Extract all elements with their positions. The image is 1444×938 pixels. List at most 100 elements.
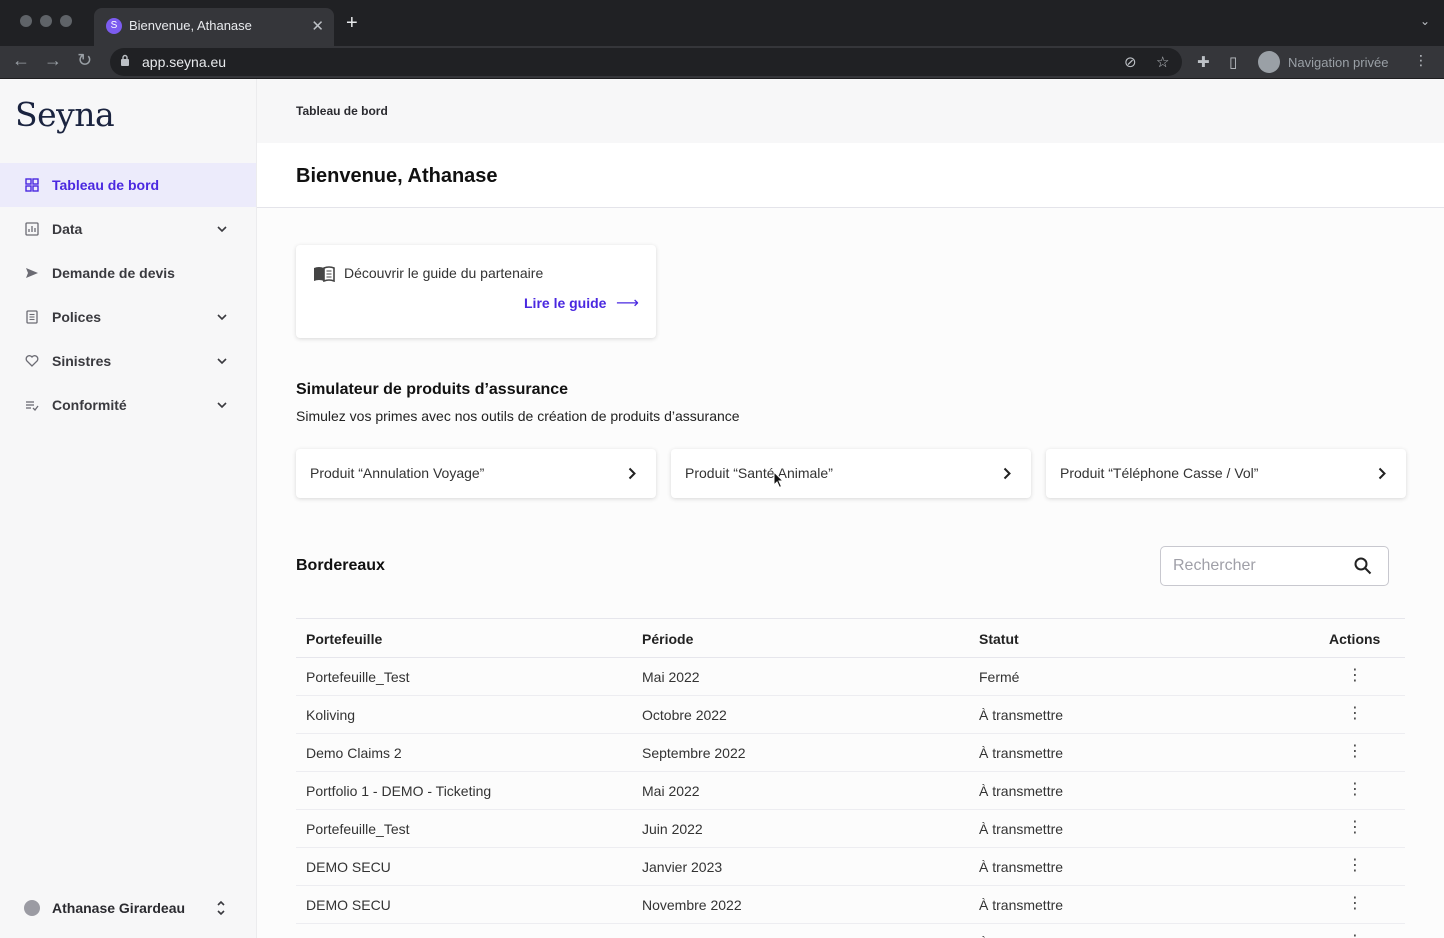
product-card-annulation-voyage[interactable]: Produit “Annulation Voyage” — [296, 449, 656, 498]
window-zoom-button[interactable] — [60, 15, 72, 27]
back-icon[interactable]: ← — [12, 50, 30, 71]
simulator-subtitle: Simulez vos primes avec nos outils de cr… — [296, 408, 740, 424]
chevron-up-down-icon[interactable] — [215, 898, 227, 918]
incognito-icon — [1258, 51, 1280, 73]
bookmark-star-icon[interactable]: ☆ — [1156, 53, 1169, 71]
cell-portefeuille: Koliving — [306, 707, 356, 723]
sidebar-item-data[interactable]: Data — [0, 207, 256, 251]
page-title: Bienvenue, Athanase — [296, 165, 498, 187]
product-card-sante-animale[interactable]: Produit “Santé Animale” — [671, 449, 1031, 498]
lock-icon — [121, 54, 129, 66]
chevron-down-icon[interactable] — [216, 223, 228, 235]
window-minimize-button[interactable] — [40, 15, 52, 27]
sidebar-item-label: Polices — [52, 309, 102, 325]
sidebar-item-label: Tableau de bord — [52, 177, 160, 193]
column-header-portefeuille[interactable]: Portefeuille — [306, 631, 382, 647]
cell-periode: Septembre 2022 — [642, 745, 746, 761]
extensions-icon[interactable]: ✚ — [1197, 53, 1210, 71]
incognito-indicator[interactable]: Navigation privée — [1258, 49, 1404, 75]
table-row[interactable]: Demo Claims 2 Septembre 2022 À transmettre… — [296, 734, 1405, 772]
tab-close-icon[interactable]: ✕ — [311, 17, 324, 35]
more-actions-icon[interactable]: ⋮ — [1345, 857, 1365, 877]
eye-off-icon[interactable]: ⊘ — [1124, 53, 1137, 71]
table-row[interactable]: Portfolio 1 - DEMO - TicketingJuin 2022À… — [296, 924, 1405, 938]
cell-statut: À transmettre — [979, 821, 1064, 837]
cell-statut: À transmettre — [979, 745, 1064, 761]
table-row[interactable]: Portfolio 1 - DEMO - Ticketing Mai 2022 À … — [296, 772, 1405, 810]
sidebar-item-label: Demande de devis — [52, 265, 175, 281]
checklist-icon — [26, 401, 39, 411]
table-header: Portefeuille Période Statut Actions — [296, 618, 1405, 658]
incognito-label: Navigation privée — [1288, 55, 1389, 70]
table-row[interactable]: DEMO SECU Novembre 2022 À transmettre ⋮ — [296, 886, 1405, 924]
more-actions-icon[interactable]: ⋮ — [1345, 895, 1365, 915]
chevron-down-icon[interactable] — [216, 399, 228, 411]
browser-tab[interactable]: S Bienvenue, Athanase ✕ — [94, 8, 334, 46]
table-row[interactable]: Portefeuille_Test Mai 2022 Fermé ⋮ — [296, 658, 1405, 696]
cell-periode: Mai 2022 — [642, 669, 700, 685]
product-label: Produit “Téléphone Casse / Vol” — [1060, 465, 1259, 481]
address-bar[interactable]: app.seyna.eu ⊘ ☆ — [110, 48, 1182, 76]
cell-statut: À transmettre — [979, 707, 1064, 723]
chevron-right-icon — [1378, 467, 1386, 480]
url-text: app.seyna.eu — [142, 54, 227, 70]
more-actions-icon[interactable]: ⋮ — [1345, 705, 1365, 725]
reload-icon[interactable]: ↻ — [77, 50, 92, 71]
book-icon — [314, 266, 335, 282]
product-label: Produit “Annulation Voyage” — [310, 465, 485, 481]
sidebar-item-label: Conformité — [52, 397, 127, 413]
sidebar-item-sinistres[interactable]: Sinistres — [0, 339, 256, 383]
send-icon — [26, 268, 38, 278]
forward-icon[interactable]: → — [44, 50, 62, 71]
cell-portefeuille: Portfolio 1 - DEMO - Ticketing — [306, 783, 492, 799]
simulator-title: Simulateur de produits d’assurance — [296, 381, 569, 398]
more-actions-icon[interactable]: ⋮ — [1345, 933, 1365, 938]
more-actions-icon[interactable]: ⋮ — [1345, 781, 1365, 801]
bar-chart-icon — [25, 222, 39, 236]
cell-portefeuille: DEMO SECU — [306, 859, 391, 875]
table-row[interactable]: Portefeuille_Test Juin 2022 À transmettre ⋮ — [296, 810, 1405, 848]
breadcrumb[interactable]: Tableau de bord — [296, 104, 388, 118]
user-menu[interactable]: Athanase Girardeau — [0, 886, 256, 930]
column-header-periode[interactable]: Période — [642, 631, 693, 647]
sidebar-item-label: Data — [52, 221, 83, 237]
more-actions-icon[interactable]: ⋮ — [1345, 743, 1365, 763]
more-actions-icon[interactable]: ⋮ — [1345, 667, 1365, 687]
table-row[interactable]: Koliving Octobre 2022 À transmettre ⋮ — [296, 696, 1405, 734]
search-input[interactable] — [1173, 556, 1343, 576]
read-guide-link[interactable]: Lire le guide — [524, 295, 606, 311]
cell-portefeuille: DEMO SECU — [306, 897, 391, 913]
new-tab-icon[interactable]: + — [346, 12, 358, 35]
cell-statut: Fermé — [979, 669, 1020, 685]
sidebar-item-conformite[interactable]: Conformité — [0, 383, 256, 427]
side-panel-icon[interactable]: ▯ — [1229, 53, 1237, 71]
more-actions-icon[interactable]: ⋮ — [1345, 819, 1365, 839]
column-header-statut[interactable]: Statut — [979, 631, 1019, 647]
cell-portefeuille: Portefeuille_Test — [306, 669, 410, 685]
sidebar-item-label: Sinistres — [52, 353, 112, 369]
browser-tab-bar: S Bienvenue, Athanase ✕ + ⌄ — [0, 0, 1444, 46]
arrow-right-icon[interactable]: ⟶ — [616, 293, 639, 313]
logo[interactable]: Seyna — [15, 95, 115, 134]
product-card-telephone-casse-vol[interactable]: Produit “Téléphone Casse / Vol” — [1046, 449, 1406, 498]
tab-title: Bienvenue, Athanase — [129, 18, 252, 33]
cell-portefeuille: Demo Claims 2 — [306, 745, 402, 761]
browser-menu-icon[interactable]: ⋮ — [1414, 52, 1428, 69]
cell-portefeuille: Portefeuille_Test — [306, 821, 410, 837]
dashboard-icon — [25, 178, 39, 192]
cell-periode: Novembre 2022 — [642, 897, 742, 913]
tab-search-icon[interactable]: ⌄ — [1420, 14, 1430, 28]
chevron-down-icon[interactable] — [216, 311, 228, 323]
sidebar-item-demande-de-devis[interactable]: Demande de devis — [0, 251, 256, 295]
chevron-down-icon[interactable] — [216, 355, 228, 367]
product-label: Produit “Santé Animale” — [685, 465, 833, 481]
bordereaux-title: Bordereaux — [296, 557, 385, 574]
cell-statut: À transmettre — [979, 783, 1064, 799]
search-icon[interactable] — [1354, 557, 1372, 575]
cell-statut: À transmettre — [979, 897, 1064, 913]
sidebar-item-tableau-de-bord[interactable]: Tableau de bord — [0, 163, 256, 207]
sidebar-item-polices[interactable]: Polices — [0, 295, 256, 339]
table-row[interactable]: DEMO SECU Janvier 2023 À transmettre ⋮ — [296, 848, 1405, 886]
cell-periode: Octobre 2022 — [642, 707, 727, 723]
window-close-button[interactable] — [20, 15, 32, 27]
